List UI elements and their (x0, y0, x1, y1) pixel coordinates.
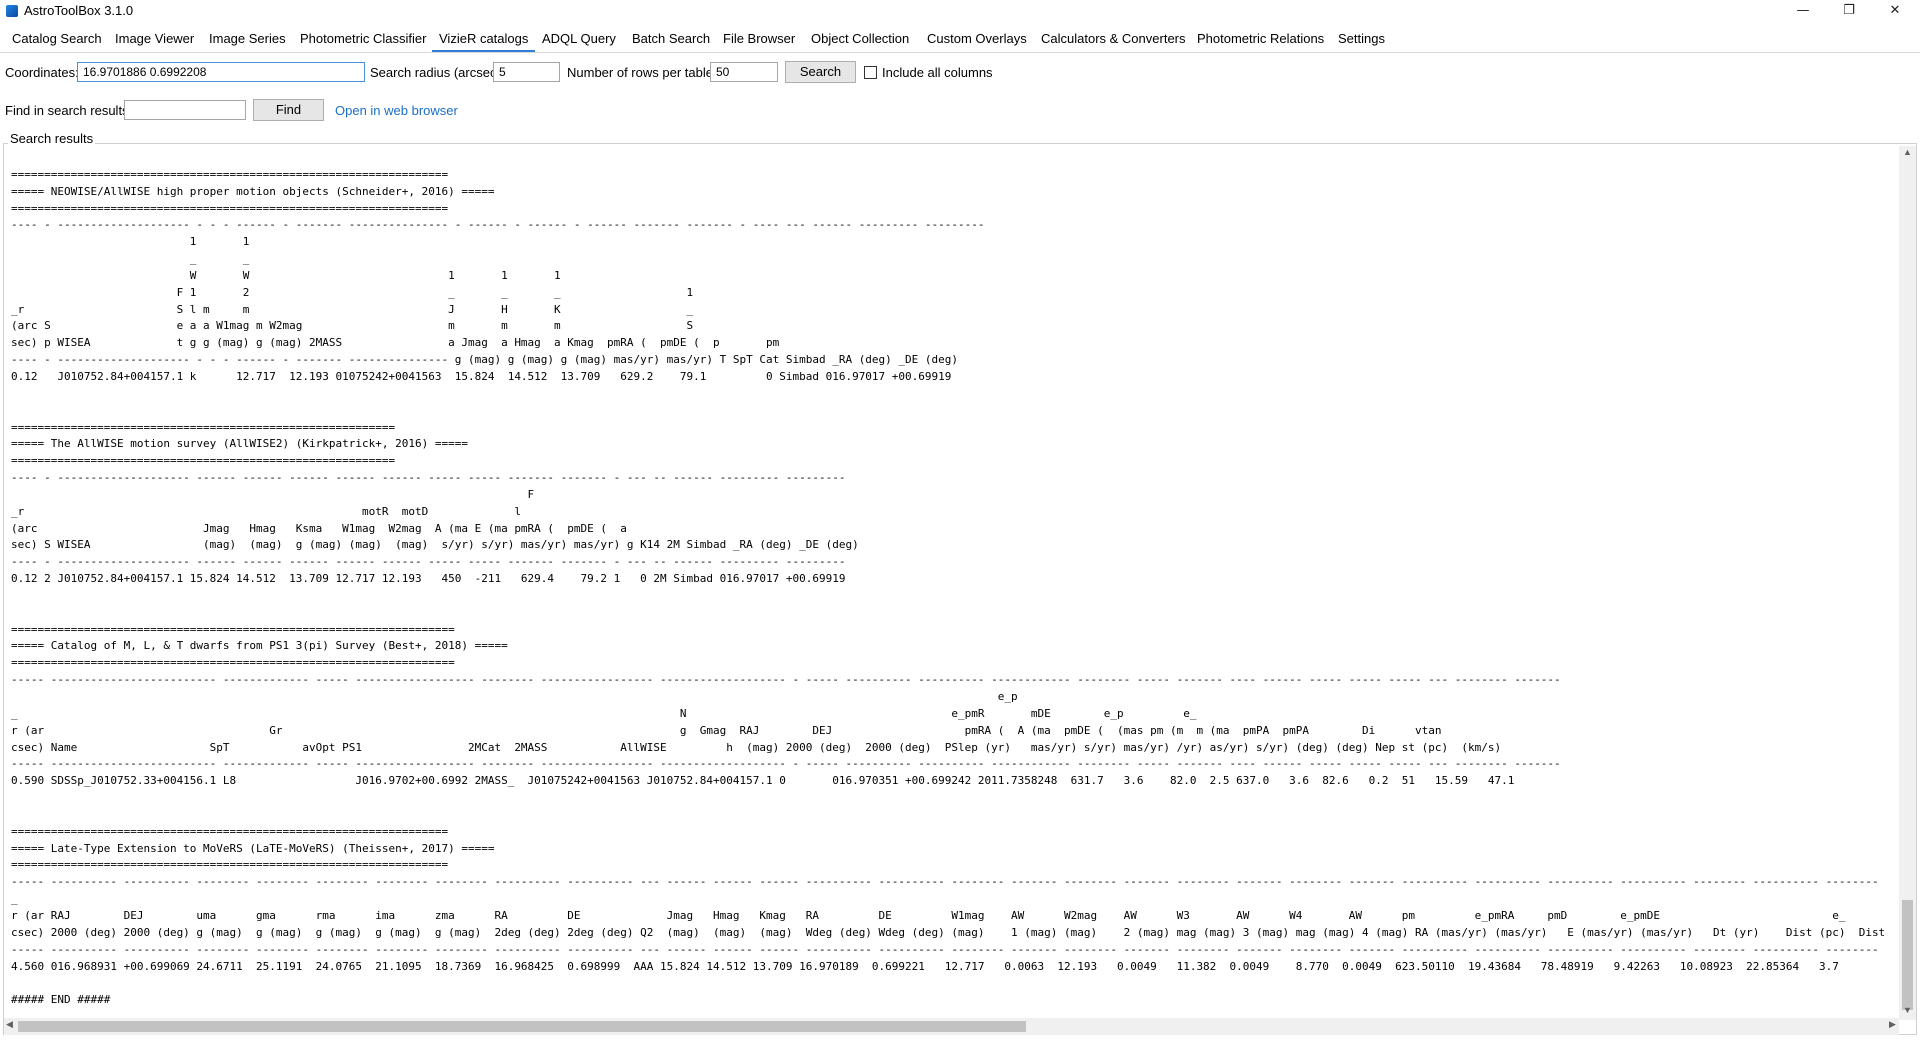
tab-bar: Catalog Search Image Viewer Image Series… (0, 26, 1920, 53)
app-logo-icon (6, 5, 18, 17)
tab-vizier-catalogs[interactable]: VizieR catalogs (432, 26, 536, 52)
vertical-scroll-thumb[interactable] (1902, 900, 1913, 1010)
tab-custom-overlays[interactable]: Custom Overlays (920, 26, 1034, 52)
tab-image-series[interactable]: Image Series (202, 26, 293, 52)
tab-photometric-relations[interactable]: Photometric Relations (1190, 26, 1331, 52)
search-results-text-area[interactable]: ========================================… (4, 146, 1899, 1015)
search-button[interactable]: Search (785, 61, 856, 83)
tab-image-viewer[interactable]: Image Viewer (108, 26, 201, 52)
tab-catalog-search[interactable]: Catalog Search (5, 26, 109, 52)
minimize-icon[interactable]: — (1780, 0, 1826, 22)
include-all-columns-label: Include all columns (882, 65, 993, 80)
title-bar: AstroToolBox 3.1.0 — ❐ ✕ (0, 0, 1920, 22)
tab-calculators-converters[interactable]: Calculators & Converters (1034, 26, 1193, 52)
coordinates-input[interactable]: 16.9701886 0.6992208 (77, 62, 365, 82)
tab-adql-query[interactable]: ADQL Query (535, 26, 623, 52)
tab-batch-search[interactable]: Batch Search (625, 26, 717, 52)
close-icon[interactable]: ✕ (1872, 0, 1918, 22)
scroll-right-arrow-icon[interactable]: ▶ (1889, 1019, 1896, 1030)
tab-object-collection[interactable]: Object Collection (804, 26, 916, 52)
open-in-web-browser-link[interactable]: Open in web browser (335, 103, 458, 118)
scroll-left-arrow-icon[interactable]: ◀ (6, 1019, 13, 1030)
find-button[interactable]: Find (253, 99, 324, 121)
search-radius-input[interactable]: 5 (493, 62, 560, 82)
include-all-columns-checkbox[interactable] (864, 66, 877, 79)
tab-settings[interactable]: Settings (1331, 26, 1392, 52)
maximize-icon[interactable]: ❐ (1826, 0, 1872, 22)
search-results-title: Search results (8, 131, 96, 146)
tab-file-browser[interactable]: File Browser (716, 26, 802, 52)
find-input[interactable] (124, 100, 246, 120)
rows-per-table-input[interactable]: 50 (710, 62, 778, 82)
horizontal-scroll-thumb[interactable] (18, 1021, 1026, 1032)
tab-photometric-classifier[interactable]: Photometric Classifier (293, 26, 433, 52)
coordinates-label: Coordinates: (5, 65, 79, 80)
search-radius-label: Search radius (arcsec): (370, 65, 505, 80)
vertical-scrollbar[interactable] (1899, 146, 1916, 1020)
window-title: AstroToolBox 3.1.0 (24, 3, 134, 18)
rows-per-table-label: Number of rows per table: (567, 65, 717, 80)
find-label: Find in search results: (5, 103, 133, 118)
scroll-up-arrow-icon[interactable]: ▲ (1902, 147, 1913, 157)
results-text: ========================================… (11, 167, 1886, 1007)
scroll-down-arrow-icon[interactable]: ▼ (1902, 1005, 1913, 1015)
